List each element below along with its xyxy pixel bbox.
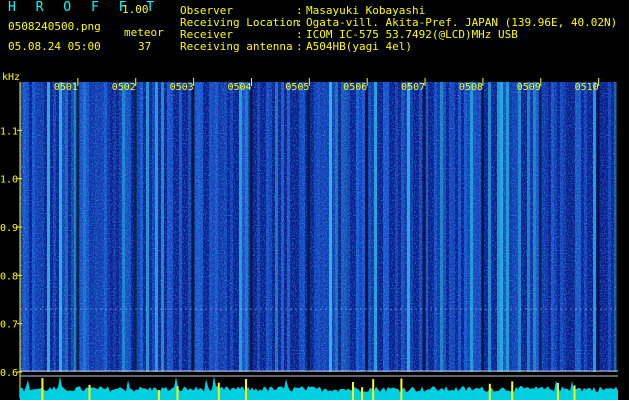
meteor-spike	[245, 379, 247, 400]
time-label: 0501	[54, 82, 78, 93]
time-label: 0510	[575, 82, 599, 93]
power-trace-fill	[20, 376, 618, 400]
meteor-spike	[41, 378, 44, 400]
time-label: 0509	[517, 82, 541, 93]
frequency-tick-label: 1.1	[0, 126, 18, 137]
frequency-axis: kHz 1.1 1.0 0.9 0.8 0.7 0.6	[0, 72, 22, 398]
minute-separator	[133, 82, 137, 372]
minute-separator	[191, 82, 195, 372]
meteor-spike	[88, 384, 91, 400]
frequency-tick-label: 0.6	[0, 368, 18, 379]
frequency-tick-label: 0.8	[0, 271, 18, 282]
minute-separator	[596, 82, 600, 372]
minute-separator	[423, 82, 427, 372]
time-label: 0503	[170, 82, 194, 93]
time-label: 0508	[459, 82, 483, 93]
meteor-spike	[573, 385, 576, 400]
minute-separator	[75, 82, 79, 372]
minute-separator	[538, 82, 542, 372]
meteor-spike	[488, 383, 491, 400]
meteor-spike	[372, 379, 375, 400]
time-label: 0506	[343, 82, 367, 93]
minute-separator	[480, 82, 484, 372]
meteor-spike	[352, 382, 354, 400]
time-label: 0505	[285, 82, 309, 93]
power-trace	[20, 370, 618, 400]
frequency-tick-label: 0.9	[0, 223, 18, 234]
frequency-tick-label: 1.0	[0, 175, 18, 186]
spectrogram-heatmap	[20, 82, 617, 372]
meteor-spike	[556, 382, 559, 400]
minute-separator	[249, 82, 253, 372]
meteor-spike	[511, 381, 514, 400]
time-label: 0502	[112, 82, 136, 93]
meteor-spike	[157, 390, 160, 400]
meteor-spike	[176, 386, 179, 400]
spectrogram-plot: kHz 1.1 1.0 0.9 0.8 0.7 0.6 0501 0502 0503 0504 05…	[0, 72, 618, 400]
spectrogram-noise	[20, 82, 616, 372]
minute-separator	[365, 82, 369, 372]
meteor-spike	[361, 387, 364, 400]
minute-separator	[307, 82, 311, 372]
frequency-axis-label: kHz	[2, 72, 20, 83]
time-label: 0507	[401, 82, 425, 93]
meteor-spike	[217, 382, 220, 400]
meteor-spike	[400, 378, 403, 400]
time-label: 0504	[227, 82, 251, 93]
frequency-tick-label: 0.7	[0, 320, 18, 331]
